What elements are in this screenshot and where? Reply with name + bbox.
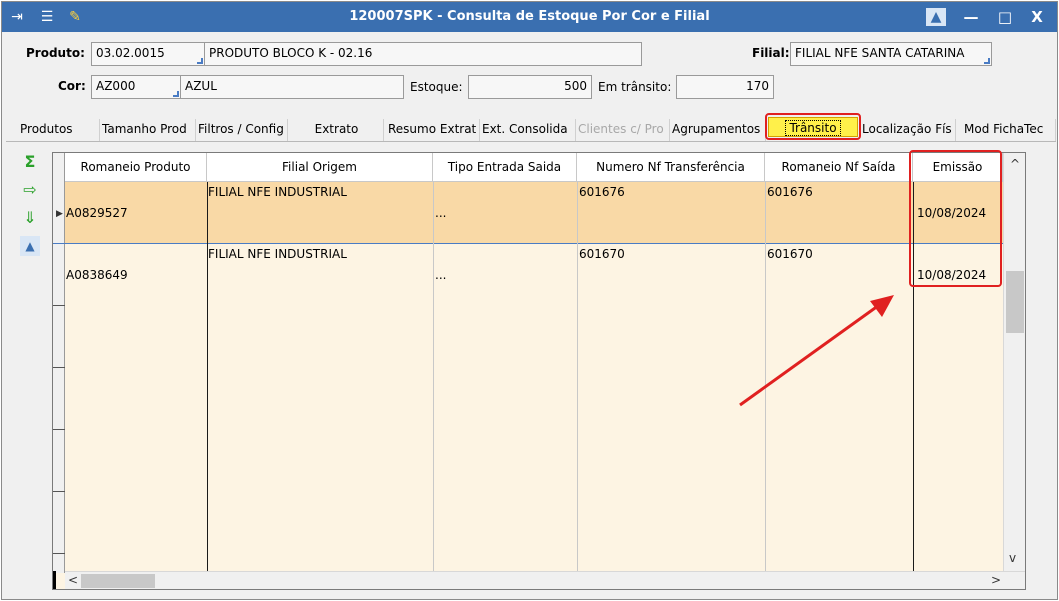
vertical-scroll-thumb[interactable] xyxy=(1006,271,1024,333)
tab-label: Extrato xyxy=(314,122,359,136)
tab-ext-consolida[interactable]: Ext. Consolida xyxy=(482,119,576,141)
cell-filial-origem: FILIAL NFE INDUSTRIAL xyxy=(208,247,347,261)
cell-romaneio-nf: 601676 xyxy=(767,185,813,199)
export-icon[interactable]: ⇨ xyxy=(20,180,40,200)
picture-icon[interactable]: ▲ xyxy=(20,236,40,256)
sum-icon[interactable]: Σ xyxy=(20,152,40,172)
col-header-romaneio-produto[interactable]: Romaneio Produto xyxy=(65,153,207,182)
cor-code-field[interactable]: AZ000 xyxy=(91,75,181,99)
tab-localizacao-fis[interactable]: Localização Fís xyxy=(862,119,956,141)
transito-tab-highlight xyxy=(765,113,861,140)
produto-code-field[interactable]: 03.02.0015 xyxy=(91,42,205,66)
emissao-highlight xyxy=(909,150,1002,287)
tab-tamanho-prod[interactable]: Tamanho Prod xyxy=(102,119,196,141)
tab-extrato[interactable]: Extrato xyxy=(290,119,384,141)
cell-tipo: ... xyxy=(435,268,447,282)
cor-code-value: AZ000 xyxy=(96,79,136,93)
tab-filtros-config[interactable]: Filtros / Config xyxy=(198,119,288,141)
indicator-divider xyxy=(53,553,65,554)
cell-romaneio: A0838649 xyxy=(66,268,128,282)
tab-label: Resumo Extrat xyxy=(388,122,477,136)
indicator-divider xyxy=(53,429,65,430)
produto-desc-value: PRODUTO BLOCO K - 02.16 xyxy=(209,46,373,60)
produto-desc-field[interactable]: PRODUTO BLOCO K - 02.16 xyxy=(204,42,642,66)
tab-label: Agrupamentos xyxy=(672,122,761,136)
row-indicator-bar xyxy=(53,571,56,589)
tab-agrupamentos[interactable]: Agrupamentos xyxy=(672,119,766,141)
cell-romaneio: A0829527 xyxy=(66,206,128,220)
vertical-scrollbar[interactable]: ^ v xyxy=(1003,153,1025,573)
tab-label: Ext. Consolida xyxy=(482,122,568,136)
indicator-divider xyxy=(53,367,65,368)
window-title: 120007SPK - Consulta de Estoque Por Cor … xyxy=(349,9,710,24)
horizontal-scrollbar[interactable]: < > xyxy=(65,571,1025,589)
maximize-button[interactable]: □ xyxy=(992,6,1018,28)
tab-label: Filtros / Config xyxy=(198,122,284,136)
window: ⇥ ☰ ✎ 120007SPK - Consulta de Estoque Po… xyxy=(1,1,1058,600)
tab-resumo-extrat[interactable]: Resumo Extrat xyxy=(388,119,480,141)
indicator-divider xyxy=(53,305,65,306)
tab-clientes-pro: Clientes c/ Pro xyxy=(578,119,670,141)
cell-numero-nf: 601676 xyxy=(579,185,625,199)
tab-label: Mod FichaTec xyxy=(964,122,1044,136)
filial-field[interactable]: FILIAL NFE SANTA CATARINA xyxy=(790,42,992,66)
cell-tipo: ... xyxy=(435,206,447,220)
cell-filial-origem: FILIAL NFE INDUSTRIAL xyxy=(208,185,347,199)
filial-value: FILIAL NFE SANTA CATARINA xyxy=(795,46,965,60)
indicator-divider xyxy=(53,491,65,492)
minimize-button[interactable]: — xyxy=(958,6,984,28)
col-header-romaneio-nf[interactable]: Romaneio Nf Saída xyxy=(765,153,913,182)
col-divider xyxy=(207,182,208,573)
tab-label: Tamanho Prod xyxy=(102,122,187,136)
scroll-up-icon[interactable]: ^ xyxy=(1010,157,1020,171)
cor-desc-value: AZUL xyxy=(185,79,217,93)
download-icon[interactable]: ⇓ xyxy=(20,208,40,228)
scroll-down-icon[interactable]: v xyxy=(1009,551,1016,565)
filial-label: Filial: xyxy=(752,46,790,60)
tab-strip: Produtos Tamanho Prod Filtros / Config E… xyxy=(6,116,1056,142)
col-header-tipo-entrada-saida[interactable]: Tipo Entrada Saida xyxy=(433,153,577,182)
estoque-label: Estoque: xyxy=(410,80,463,94)
scroll-right-icon[interactable]: > xyxy=(991,573,1001,587)
annotation-arrow xyxy=(739,295,894,407)
produto-code-value: 03.02.0015 xyxy=(96,46,165,60)
transito-field: 170 xyxy=(676,75,774,99)
tab-mod-fichatec[interactable]: Mod FichaTec xyxy=(964,119,1056,141)
produto-label: Produto: xyxy=(26,46,85,60)
estoque-value: 500 xyxy=(564,79,587,93)
cor-desc-field[interactable]: AZUL xyxy=(180,75,404,99)
title-bar: ⇥ ☰ ✎ 120007SPK - Consulta de Estoque Po… xyxy=(2,2,1057,32)
current-row-marker: ▶ xyxy=(56,209,63,219)
col-header-filial-origem[interactable]: Filial Origem xyxy=(207,153,433,182)
tab-label: Produtos xyxy=(20,122,73,136)
cor-label: Cor: xyxy=(58,79,86,93)
tab-label: Localização Fís xyxy=(862,122,952,136)
horizontal-scroll-thumb[interactable] xyxy=(81,574,155,588)
tab-produtos[interactable]: Produtos xyxy=(20,119,100,141)
table-row[interactable]: A0829527 FILIAL NFE INDUSTRIAL ... 60167… xyxy=(65,182,1003,243)
grid-toolbar: Σ ⇨ ⇓ ▲ xyxy=(16,152,44,272)
image-icon[interactable]: ▲ xyxy=(926,8,946,26)
col-divider xyxy=(577,182,578,573)
estoque-field: 500 xyxy=(468,75,592,99)
scroll-left-icon[interactable]: < xyxy=(68,573,78,587)
col-header-numero-nf[interactable]: Numero Nf Transferência xyxy=(577,153,765,182)
transito-label: Em trânsito: xyxy=(598,80,672,94)
col-divider xyxy=(433,182,434,573)
tab-label: Clientes c/ Pro xyxy=(578,122,664,136)
transito-value: 170 xyxy=(746,79,769,93)
close-button[interactable]: X xyxy=(1024,6,1050,28)
